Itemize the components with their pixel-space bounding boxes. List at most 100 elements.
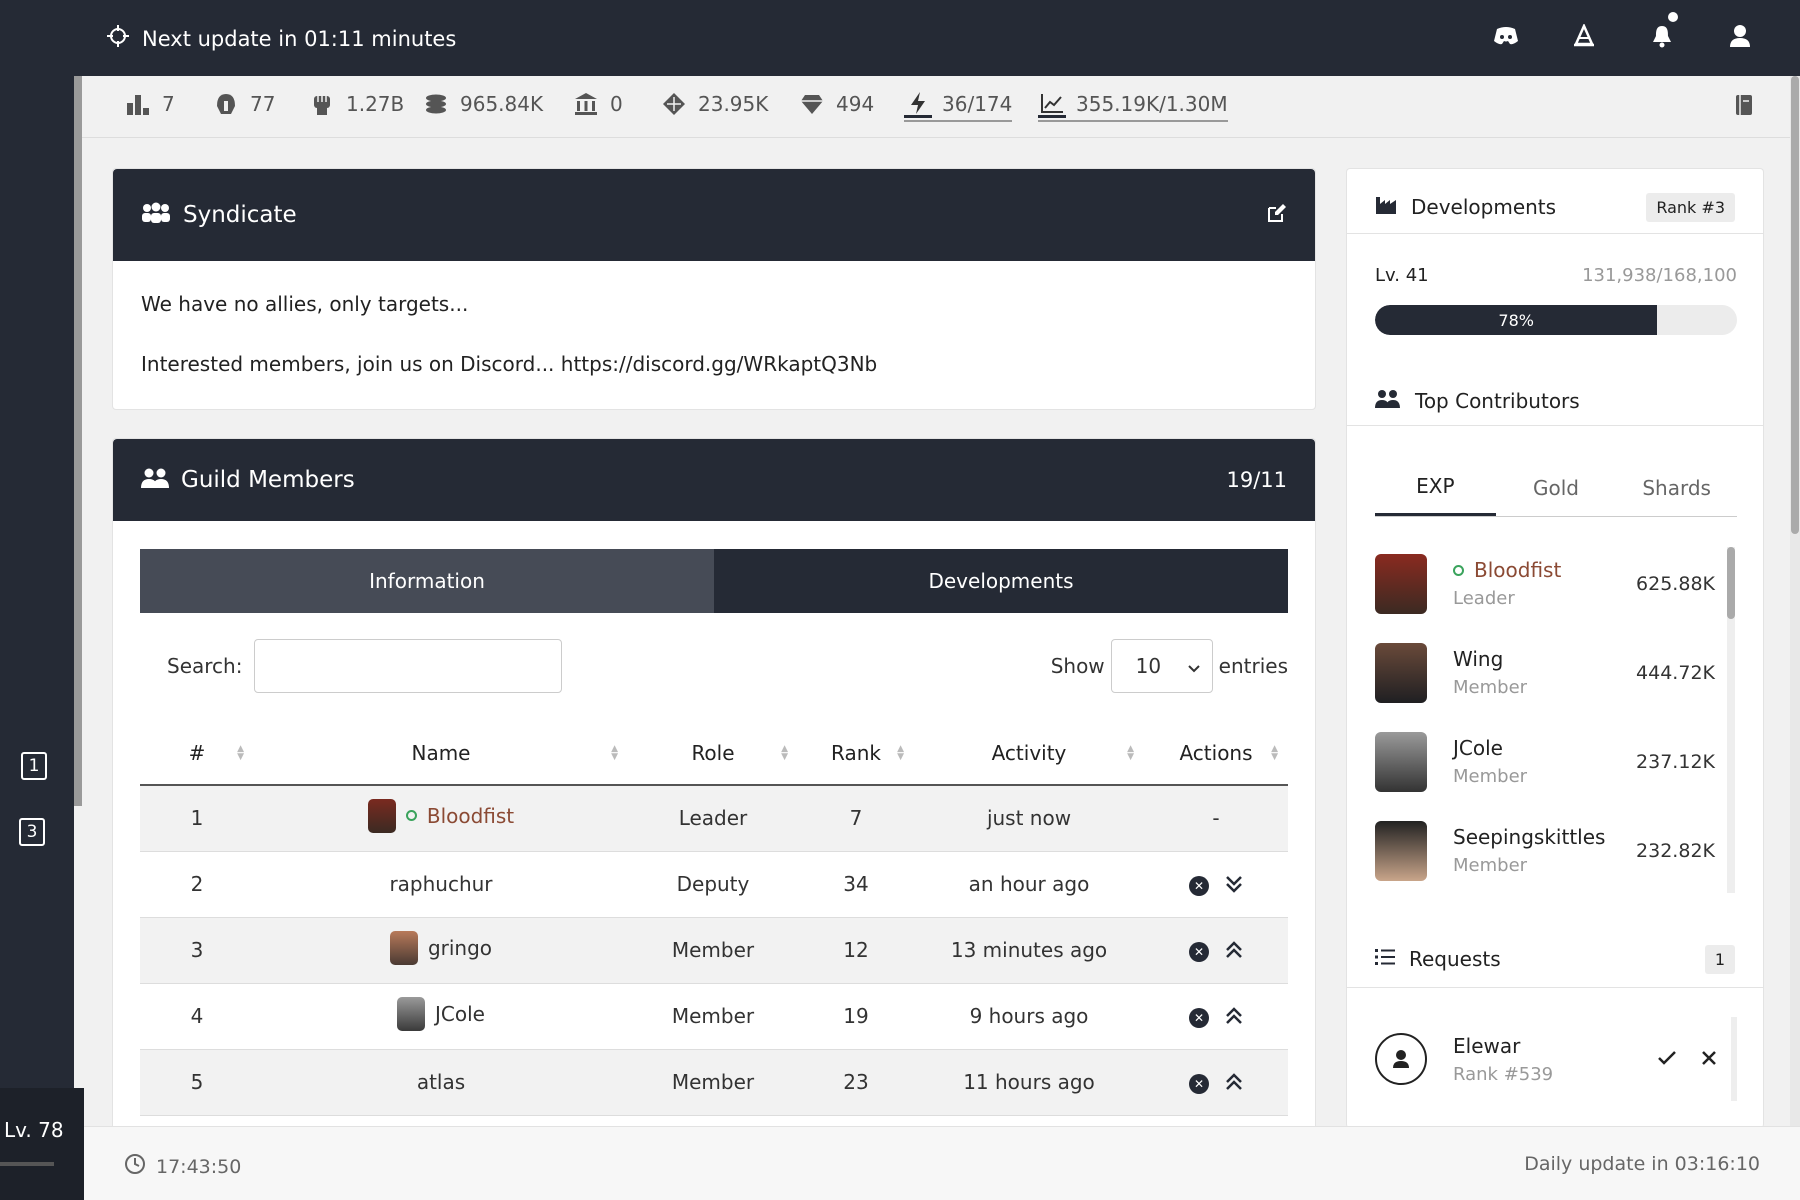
stat-experience[interactable]: 355.19K/1.30M — [1038, 90, 1228, 122]
list-item[interactable]: Seepingskittles Member 232.82K — [1375, 806, 1715, 895]
syndicate-card: Syndicate We have no allies, only target… — [112, 168, 1316, 410]
online-status-icon — [405, 810, 417, 822]
users-icon — [141, 467, 169, 493]
page-scroll-thumb[interactable] — [1791, 76, 1799, 534]
sort-icon: ▲ ▼ — [897, 744, 904, 762]
stat-rank: 7 — [124, 90, 175, 118]
kick-icon[interactable]: ✕ — [1189, 1007, 1209, 1028]
stat-energy[interactable]: 36/174 — [904, 90, 1013, 122]
kick-icon[interactable]: ✕ — [1189, 875, 1209, 896]
col-actions[interactable]: Actions ▲ ▼ — [1144, 721, 1288, 786]
decline-icon[interactable] — [1701, 1047, 1717, 1072]
entries-select[interactable]: 10 — [1110, 639, 1213, 693]
member-name[interactable]: atlas — [417, 1070, 465, 1094]
hat-icon[interactable] — [1570, 22, 1598, 50]
guild-members-card: Guild Members 19/11 Information Developm… — [112, 438, 1316, 1138]
tab-gold[interactable]: Gold — [1496, 459, 1617, 516]
coins-icon — [422, 90, 450, 118]
accept-icon[interactable] — [1657, 1047, 1677, 1072]
avatar — [1375, 731, 1427, 792]
contributors-scrollbar[interactable] — [1727, 547, 1735, 893]
sidebar-scrollbar[interactable] — [74, 76, 82, 806]
tab-information[interactable]: Information — [140, 549, 714, 613]
daily-update-timer: Daily update in 03:16:10 — [1524, 1153, 1760, 1175]
top-bar: Next update in 01:11 minutes — [0, 0, 1800, 76]
member-name[interactable]: raphuchur — [389, 872, 492, 896]
helmet-icon — [212, 90, 240, 118]
top-contributors-title: Top Contributors — [1415, 389, 1580, 413]
list-item[interactable]: Bloodfist Leader 625.88K — [1375, 539, 1715, 628]
contribution-value: 625.88K — [1636, 572, 1715, 595]
journal-icon[interactable] — [1734, 94, 1754, 120]
contribution-value: 444.72K — [1636, 661, 1715, 684]
user-icon[interactable] — [1726, 22, 1754, 50]
table-row: 1 Bloodfist Leader 7 just now - — [140, 785, 1288, 852]
shard-icon — [660, 90, 688, 118]
page-scrollbar[interactable] — [1790, 76, 1800, 1126]
contribution-value: 237.12K — [1636, 750, 1715, 773]
bell-icon[interactable] — [1648, 12, 1678, 50]
guild-rank-badge: Rank #3 — [1646, 192, 1735, 222]
col-name[interactable]: Name ▲ ▼ — [254, 721, 628, 786]
player-xp-bar — [0, 1162, 54, 1166]
members-table: # ▲ ▼ Name ▲ ▼ Role ▲ ▼ Rank ▲ ▼ Activity ▲ ▼ Acti… — [140, 721, 1288, 1116]
member-count: 19/11 — [1226, 468, 1287, 492]
col-role[interactable]: Role ▲ ▼ — [628, 721, 798, 786]
users-icon — [1375, 389, 1401, 414]
sidebar-badge-1[interactable]: 1 — [21, 752, 47, 780]
clock-icon — [124, 1153, 146, 1180]
entries-label: entries — [1218, 654, 1288, 678]
sort-icon: ▲ ▼ — [781, 744, 788, 762]
edit-icon[interactable] — [1267, 203, 1287, 227]
footer: 17:43:50 Daily update in 03:16:10 — [84, 1126, 1800, 1200]
list-item[interactable]: Wing Member 444.72K — [1375, 628, 1715, 717]
contributor-tabs: EXP Gold Shards — [1375, 459, 1737, 517]
col-activity[interactable]: Activity ▲ ▼ — [914, 721, 1144, 786]
tab-shards[interactable]: Shards — [1616, 459, 1737, 516]
demote-icon[interactable] — [1225, 874, 1243, 898]
guild-members-header: Guild Members 19/11 — [113, 439, 1315, 521]
discord-icon[interactable] — [1492, 22, 1520, 50]
col-rank[interactable]: Rank ▲ ▼ — [798, 721, 914, 786]
sort-icon: ▲ ▼ — [611, 744, 618, 762]
request-rank: Rank #539 — [1453, 1063, 1554, 1085]
promote-icon[interactable] — [1225, 1072, 1243, 1096]
factory-icon — [1375, 195, 1397, 220]
promote-icon[interactable] — [1225, 940, 1243, 964]
development-progress-bar: 78% — [1375, 305, 1737, 335]
sidebar: 1 3 — [0, 76, 82, 1200]
tab-exp[interactable]: EXP — [1375, 459, 1496, 516]
list-item[interactable]: JCole Member 237.12K — [1375, 717, 1715, 806]
col-number[interactable]: # ▲ ▼ — [140, 721, 254, 786]
developments-header: Developments Rank #3 — [1347, 175, 1763, 239]
member-name[interactable]: JCole — [435, 1002, 485, 1026]
tab-developments[interactable]: Developments — [714, 549, 1288, 613]
developments-title: Developments — [1411, 195, 1557, 219]
update-timer: Next update in 01:11 minutes — [106, 24, 456, 53]
contributors-scroll-thumb[interactable] — [1727, 547, 1735, 619]
sort-icon: ▲ ▼ — [237, 744, 244, 762]
request-item: Elewar Rank #539 — [1375, 1017, 1737, 1101]
member-name[interactable]: gringo — [428, 936, 492, 960]
kick-icon[interactable]: ✕ — [1189, 1073, 1209, 1094]
user-circle-icon — [1375, 1033, 1427, 1085]
top-contributors-header: Top Contributors — [1347, 381, 1763, 421]
promote-icon[interactable] — [1225, 1006, 1243, 1030]
stats-bar: 7 77 1.27B 965.84K 0 23.95K 494 36/174 3… — [82, 76, 1792, 138]
member-name[interactable]: Bloodfist — [427, 804, 514, 828]
sidebar-badge-3[interactable]: 3 — [19, 818, 45, 846]
avatar — [1375, 820, 1427, 881]
syndicate-motto: We have no allies, only targets... — [141, 292, 469, 316]
syndicate-discord-text[interactable]: Interested members, join us on Discord..… — [141, 349, 1287, 379]
sort-icon: ▲ ▼ — [1127, 744, 1134, 762]
avatar — [389, 930, 418, 965]
kick-icon[interactable]: ✕ — [1189, 941, 1209, 962]
table-row: 4 JCole Member 19 9 hours ago ✕ — [140, 983, 1288, 1050]
player-level-text: Lv. 78 — [4, 1118, 64, 1142]
fist-icon — [308, 90, 336, 118]
avatar — [1375, 642, 1427, 703]
requests-count-badge: 1 — [1704, 944, 1735, 974]
search-input[interactable] — [254, 639, 563, 693]
entries-control: Show 10 entries — [1051, 639, 1288, 693]
stat-gems: 494 — [798, 90, 874, 118]
